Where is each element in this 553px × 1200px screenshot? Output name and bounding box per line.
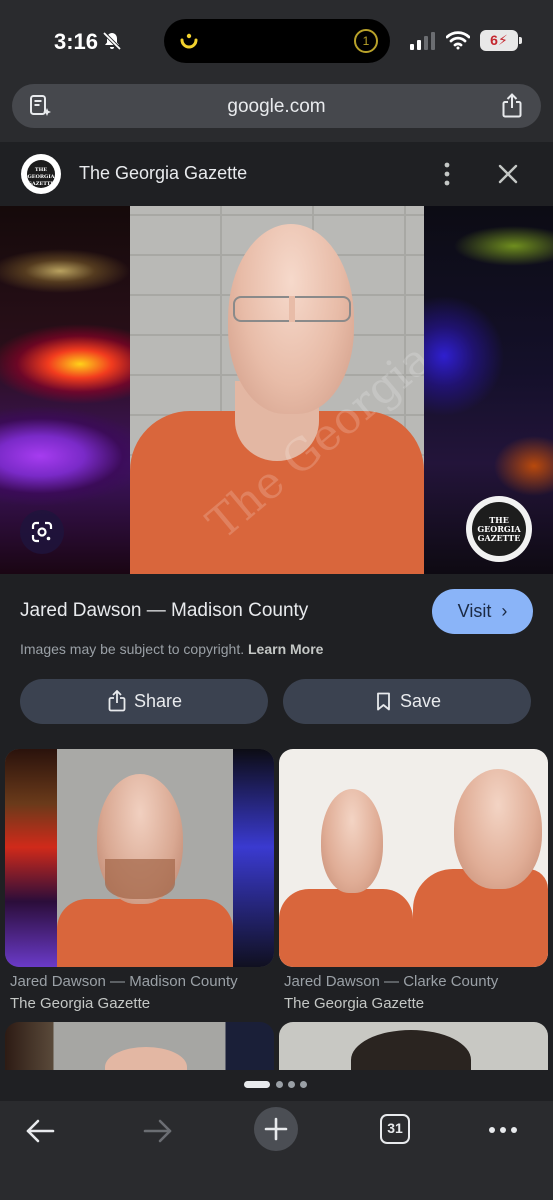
dynamic-island: 1 [164,19,390,63]
cellular-signal-icon [410,32,435,50]
mugshot-photo [57,749,233,967]
related-result-image[interactable] [279,1022,548,1070]
tab-switcher-button[interactable]: 31 [380,1114,410,1144]
back-arrow-icon[interactable] [24,1117,56,1145]
activity-icon [180,33,198,49]
page-indicator [244,1081,310,1089]
share-button[interactable]: Share [20,679,268,724]
plus-icon [264,1117,288,1141]
copyright-notice: Images may be subject to copyright. Lear… [20,641,323,657]
related-result-image[interactable] [5,1022,274,1070]
learn-more-link[interactable]: Learn More [248,641,323,657]
battery-tip [519,37,522,44]
source-logo-mark: THE GEORGIA GAZETTE [27,160,55,188]
status-bar: 3:16 1 6⚡ [0,0,553,80]
chevron-right-icon: › [496,601,508,621]
bookmark-icon [377,692,390,711]
blurred-background-right [233,749,274,967]
source-logo: THE GEORGIA GAZETTE [21,154,61,194]
source-name: The Georgia Gazette [79,163,248,183]
gazette-seal-mark: THE GEORGIA GAZETTE [472,502,526,556]
related-caption[interactable]: Jared Dawson — Clarke County [284,973,498,990]
lens-search-button[interactable] [20,510,64,554]
bell-off-icon [102,31,122,51]
related-result-image[interactable] [5,749,274,967]
mugshot-photo: The Georgia Gazette [130,206,424,574]
more-horiz-icon[interactable] [488,1125,518,1135]
page-dot [300,1081,307,1088]
glasses [233,296,351,322]
page-dot-active [244,1081,270,1088]
visit-button[interactable]: Visit › [432,589,533,634]
save-button[interactable]: Save [283,679,531,724]
more-vert-icon[interactable] [437,161,457,187]
copyright-text: Images may be subject to copyright. [20,641,245,657]
lens-icon [31,521,53,543]
related-source: The Georgia Gazette [10,995,151,1012]
main-result-image[interactable]: The Georgia Gazette THE GEORGIA GAZETTE [0,206,553,574]
save-button-label: Save [400,691,442,711]
bottom-toolbar: 31 [0,1101,553,1200]
island-badge: 1 [354,29,378,53]
beard [105,859,175,899]
related-caption[interactable]: Jared Dawson — Madison County [10,973,238,990]
page-dot [276,1081,283,1088]
related-result-image[interactable] [279,749,548,967]
page-dot [288,1081,295,1088]
close-icon[interactable] [495,161,521,187]
blurred-background-left [5,749,57,967]
head [351,1030,471,1070]
wifi-icon [446,31,470,50]
orange-shirt [57,899,233,967]
blurred-background-left [0,206,130,574]
head [105,1047,187,1070]
share-icon[interactable] [501,93,523,119]
orange-shirt-front [279,889,413,967]
source-header: THE GEORGIA GAZETTE The Georgia Gazette [0,142,553,206]
share-icon [108,690,126,712]
result-title: Jared Dawson — Madison County [20,600,309,621]
address-bar[interactable]: google.com [12,84,541,128]
url-text: google.com [227,96,326,117]
address-bar-area: google.com [0,80,553,142]
battery-indicator: 6⚡ [480,30,518,51]
battery-level: 6 [490,32,498,48]
visit-button-label: Visit [457,601,492,621]
new-tab-button[interactable] [254,1107,298,1151]
forward-arrow-icon[interactable] [142,1117,174,1145]
share-button-label: Share [134,691,183,711]
status-time: 3:16 [54,29,99,54]
charging-bolt-icon: ⚡ [497,32,508,48]
head-profile [454,769,542,889]
gazette-seal: THE GEORGIA GAZETTE [466,496,532,562]
head-front [321,789,383,893]
related-source: The Georgia Gazette [284,995,425,1012]
